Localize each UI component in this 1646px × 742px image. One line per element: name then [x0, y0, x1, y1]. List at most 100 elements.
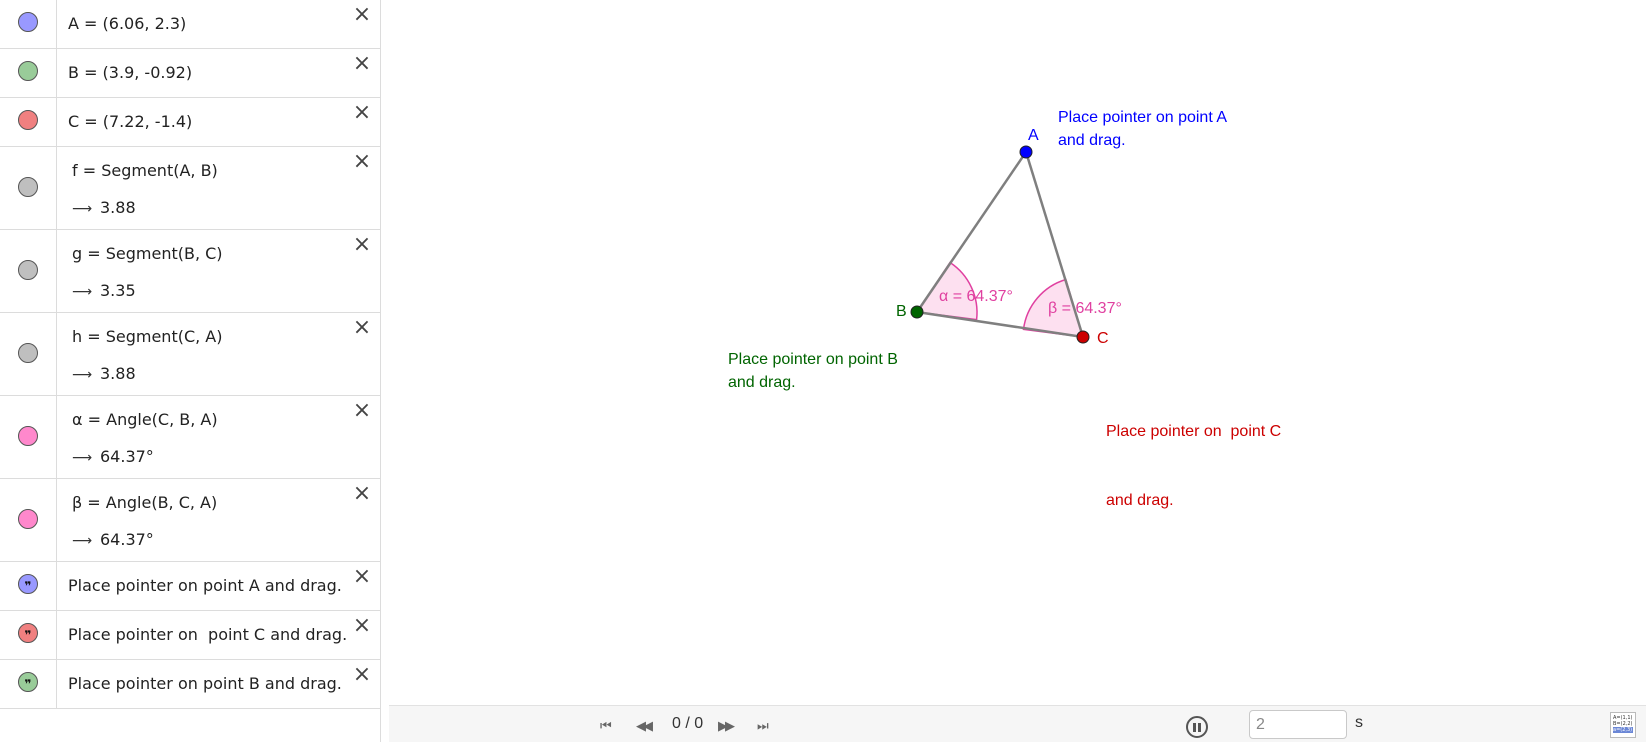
marble-cell: ❞ — [0, 562, 57, 610]
visibility-toggle-beta[interactable] — [18, 509, 38, 529]
graphics-canvas[interactable]: α = 64.37° β = 64.37° A B C — [389, 0, 1646, 705]
marble-cell — [0, 230, 57, 312]
algebra-row-segment-h[interactable]: h = Segment(C, A) ⟶ 3.88 × — [0, 313, 381, 396]
graphics-view[interactable]: α = 64.37° β = 64.37° A B C Place pointe… — [389, 0, 1646, 705]
visibility-toggle-g[interactable] — [18, 260, 38, 280]
speed-unit-label: s — [1355, 714, 1363, 731]
arrow-icon: ⟶ — [72, 284, 93, 300]
marble-cell: ❞ — [0, 660, 57, 708]
arrow-icon: ⟶ — [72, 367, 93, 383]
definition-text[interactable]: A = (6.06, 2.3) — [68, 14, 186, 33]
delete-icon[interactable]: × — [351, 151, 373, 173]
value-text: 3.88 — [100, 364, 136, 383]
delete-icon[interactable]: × — [351, 4, 373, 26]
visibility-toggle-a[interactable] — [18, 12, 38, 32]
definition-text[interactable]: β = Angle(B, C, A) — [72, 493, 217, 512]
algebra-row-text-b[interactable]: ❞ Place pointer on point B and drag. × — [0, 660, 381, 709]
marble-cell: ❞ — [0, 611, 57, 659]
note-point-c[interactable]: Place pointer on point C and drag. — [1106, 374, 1281, 558]
step-counter: 0 / 0 — [672, 715, 704, 732]
algebra-row-text-c[interactable]: ❞ Place pointer on point C and drag. × — [0, 611, 381, 660]
play-speed-input[interactable] — [1249, 710, 1347, 739]
point-c[interactable] — [1076, 330, 1090, 344]
point-c-label: C — [1097, 330, 1109, 347]
angle-beta-label: β = 64.37° — [1048, 300, 1122, 317]
definition-text[interactable]: Place pointer on point B and drag. — [68, 674, 342, 693]
marble-cell — [0, 313, 57, 395]
point-b-label: B — [896, 303, 907, 320]
note-line: Place pointer on point C — [1106, 423, 1282, 440]
delete-icon[interactable]: × — [351, 53, 373, 75]
definition-text[interactable]: α = Angle(C, B, A) — [72, 410, 218, 429]
note-line: and drag. — [1058, 132, 1126, 149]
quote-icon[interactable]: ❞ — [18, 623, 38, 643]
value-line: ⟶ 3.88 — [72, 198, 136, 217]
algebra-view: A = (6.06, 2.3) × B = (3.9, -0.92) × C =… — [0, 0, 381, 742]
quote-icon[interactable]: ❞ — [18, 672, 38, 692]
algebra-row-angle-beta[interactable]: β = Angle(B, C, A) ⟶ 64.37° × — [0, 479, 381, 562]
visibility-toggle-h[interactable] — [18, 343, 38, 363]
point-a-label: A — [1028, 127, 1039, 144]
marble-cell — [0, 479, 57, 561]
value-line: ⟶ 3.35 — [72, 281, 136, 300]
algebra-row-segment-f[interactable]: f = Segment(A, B) ⟶ 3.88 × — [0, 147, 381, 230]
marble-cell — [0, 98, 57, 146]
visibility-toggle-alpha[interactable] — [18, 426, 38, 446]
definition-text[interactable]: f = Segment(A, B) — [72, 161, 218, 180]
marble-cell — [0, 49, 57, 97]
angle-alpha-label: α = 64.37° — [939, 288, 1013, 305]
point-b[interactable] — [910, 305, 924, 319]
delete-icon[interactable]: × — [351, 102, 373, 124]
value-line: ⟶ 64.37° — [72, 530, 154, 549]
arrow-icon: ⟶ — [72, 201, 93, 217]
algebra-row-angle-alpha[interactable]: α = Angle(C, B, A) ⟶ 64.37° × — [0, 396, 381, 479]
value-text: 64.37° — [100, 447, 154, 466]
definition-text[interactable]: C = (7.22, -1.4) — [68, 112, 192, 131]
delete-icon[interactable]: × — [351, 317, 373, 339]
quote-icon[interactable]: ❞ — [18, 574, 38, 594]
last-step-icon[interactable]: ⏭ — [757, 719, 769, 734]
note-line: Place pointer on point A — [1058, 109, 1228, 126]
algebra-row-segment-g[interactable]: g = Segment(B, C) ⟶ 3.35 × — [0, 230, 381, 313]
note-point-a[interactable]: Place pointer on point A and drag. — [1058, 106, 1227, 152]
definition-text[interactable]: Place pointer on point A and drag. — [68, 576, 342, 595]
marble-cell — [0, 147, 57, 229]
first-step-icon[interactable]: ⏮ — [600, 719, 612, 734]
definition-text[interactable]: h = Segment(C, A) — [72, 327, 223, 346]
construction-navigation-bar: ⏮ ◀◀ 0 / 0 ▶▶ ⏭ s A=(1,1) B=(2,2) a=(2,3… — [389, 705, 1646, 742]
point-a[interactable] — [1019, 145, 1033, 159]
note-line: Place pointer on point B — [728, 351, 898, 368]
value-line: ⟶ 3.88 — [72, 364, 136, 383]
perspective-line: a=(2,3) — [1613, 727, 1633, 733]
visibility-toggle-f[interactable] — [18, 177, 38, 197]
definition-text[interactable]: g = Segment(B, C) — [72, 244, 223, 263]
definition-text[interactable]: B = (3.9, -0.92) — [68, 63, 192, 82]
arrow-icon: ⟶ — [72, 450, 93, 466]
note-point-b[interactable]: Place pointer on point B and drag. — [728, 348, 898, 394]
perspective-icon[interactable]: A=(1,1) B=(2,2) a=(2,3) — [1610, 712, 1636, 738]
pause-bar — [1193, 722, 1196, 732]
algebra-row-point-a[interactable]: A = (6.06, 2.3) × — [0, 0, 381, 49]
delete-icon[interactable]: × — [351, 615, 373, 637]
geogebra-app: A = (6.06, 2.3) × B = (3.9, -0.92) × C =… — [0, 0, 1646, 742]
delete-icon[interactable]: × — [351, 400, 373, 422]
visibility-toggle-c[interactable] — [18, 110, 38, 130]
value-text: 64.37° — [100, 530, 154, 549]
note-line: and drag. — [728, 374, 796, 391]
pause-button[interactable] — [1186, 716, 1208, 738]
note-line: and drag. — [1106, 492, 1174, 509]
visibility-toggle-b[interactable] — [18, 61, 38, 81]
delete-icon[interactable]: × — [351, 483, 373, 505]
next-step-icon[interactable]: ▶▶ — [718, 719, 735, 734]
delete-icon[interactable]: × — [351, 664, 373, 686]
value-line: ⟶ 64.37° — [72, 447, 154, 466]
value-text: 3.35 — [100, 281, 136, 300]
algebra-row-point-c[interactable]: C = (7.22, -1.4) × — [0, 98, 381, 147]
delete-icon[interactable]: × — [351, 234, 373, 256]
delete-icon[interactable]: × — [351, 566, 373, 588]
previous-step-icon[interactable]: ◀◀ — [636, 719, 653, 734]
definition-text[interactable]: Place pointer on point C and drag. — [68, 625, 347, 644]
algebra-row-point-b[interactable]: B = (3.9, -0.92) × — [0, 49, 381, 98]
algebra-row-text-a[interactable]: ❞ Place pointer on point A and drag. × — [0, 562, 381, 611]
marble-cell — [0, 0, 57, 48]
